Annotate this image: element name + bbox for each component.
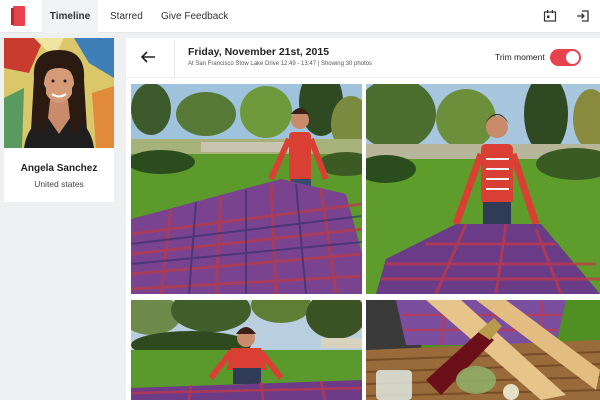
toggle-knob bbox=[566, 51, 579, 64]
book-icon[interactable] bbox=[10, 6, 26, 26]
moment-date: Friday, November 21st, 2015 bbox=[188, 46, 330, 58]
profile-location: United states bbox=[34, 179, 84, 189]
avatar[interactable] bbox=[4, 38, 114, 148]
photo-tile[interactable] bbox=[366, 300, 600, 400]
photo-tile[interactable] bbox=[131, 300, 362, 400]
trim-moment-toggle[interactable] bbox=[550, 49, 581, 66]
moment-subtitle: At San Francisco Stow Lake Drive 12:49 -… bbox=[188, 61, 372, 67]
back-arrow-icon[interactable] bbox=[140, 50, 156, 64]
top-navigation-bar: Timeline Starred Give Feedback bbox=[0, 0, 600, 33]
photo-tile[interactable] bbox=[366, 84, 600, 294]
tab-timeline[interactable]: Timeline bbox=[42, 0, 98, 33]
header-divider bbox=[174, 40, 175, 78]
sign-out-icon[interactable] bbox=[576, 9, 590, 23]
trim-moment-label: Trim moment bbox=[495, 52, 545, 62]
tab-starred[interactable]: Starred bbox=[110, 0, 143, 33]
profile-card bbox=[4, 38, 114, 202]
photo-tile[interactable] bbox=[131, 84, 362, 294]
profile-name: Angela Sanchez bbox=[20, 163, 98, 174]
calendar-icon[interactable] bbox=[543, 9, 557, 23]
moment-header: Friday, November 21st, 2015 At San Franc… bbox=[126, 38, 600, 78]
moment-card: Friday, November 21st, 2015 At San Franc… bbox=[126, 38, 600, 400]
tab-give-feedback[interactable]: Give Feedback bbox=[161, 0, 228, 33]
